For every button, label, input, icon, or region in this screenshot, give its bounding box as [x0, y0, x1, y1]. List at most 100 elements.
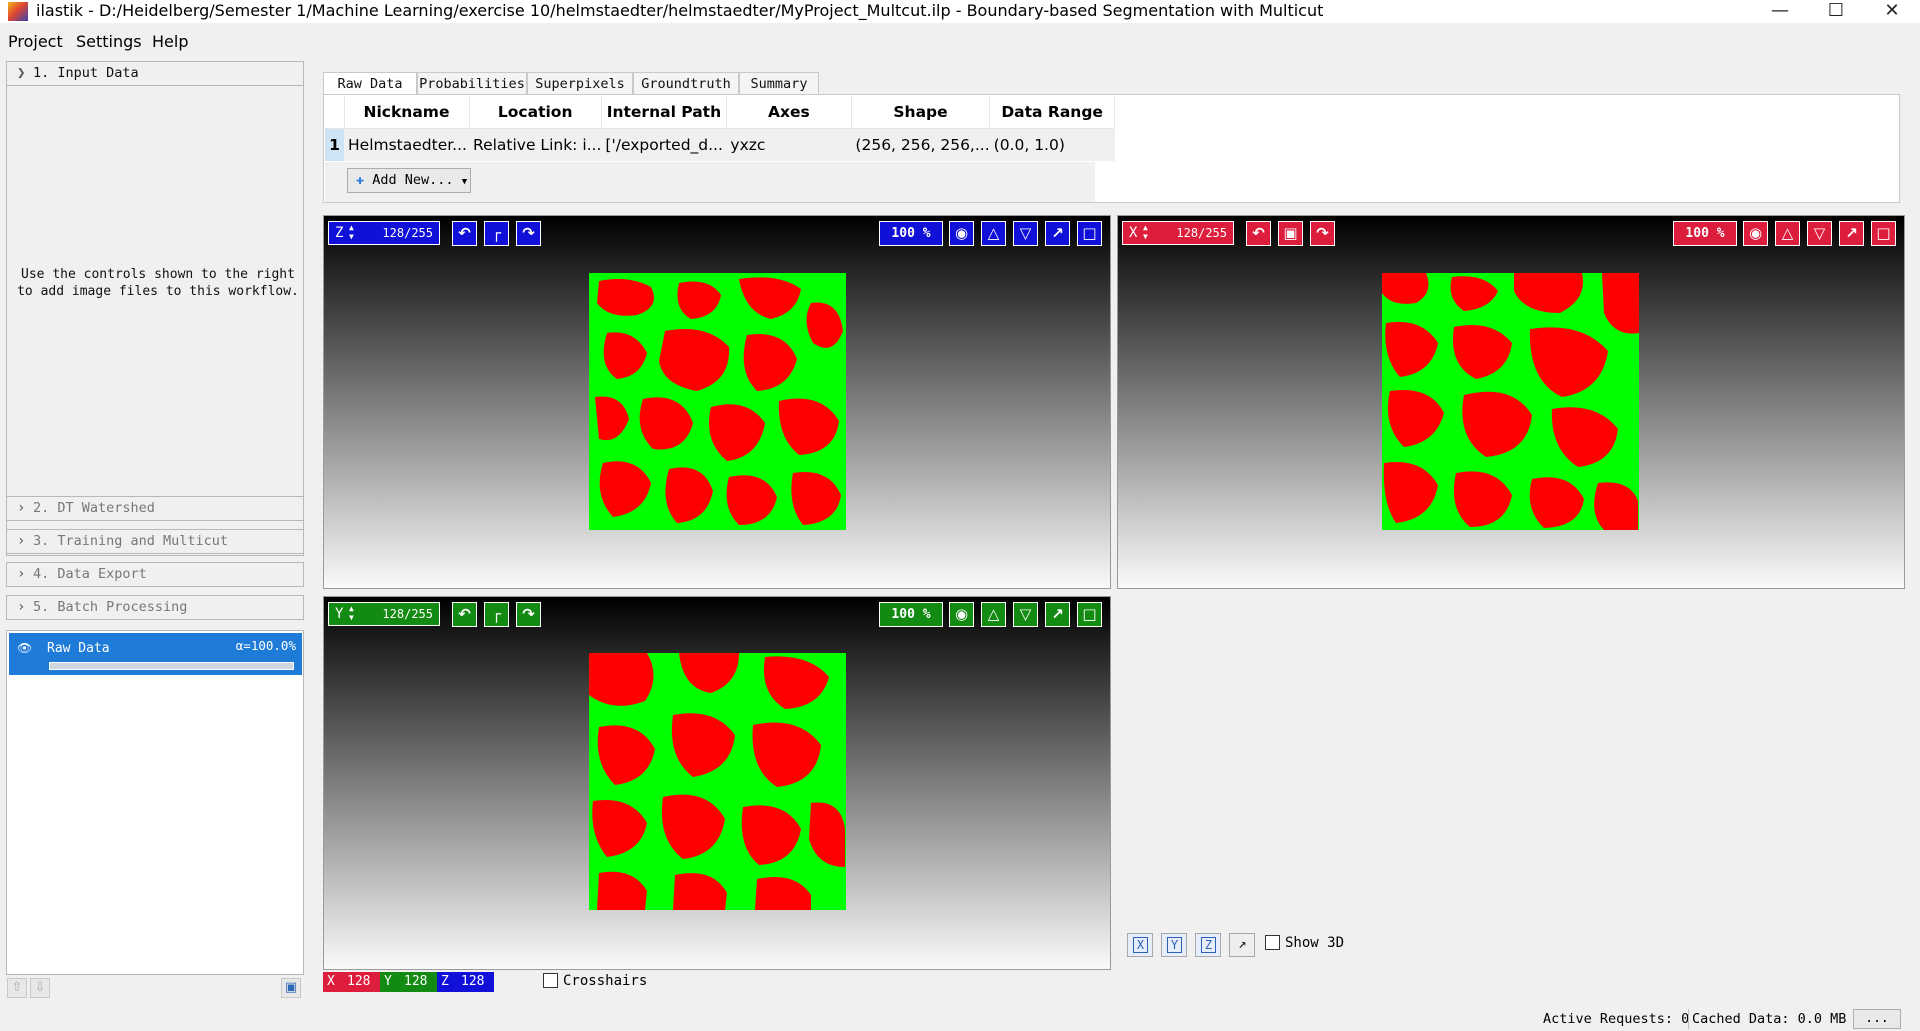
applet-data-export[interactable]: › 4. Data Export [6, 562, 304, 587]
x-coord-value: 128 [343, 972, 380, 992]
spin-arrows-icon[interactable]: ▲ ▼ [349, 604, 354, 622]
square-icon[interactable]: □ [1077, 221, 1102, 246]
rotate-right-icon[interactable]: ↷ [516, 221, 541, 246]
table-cell-data-range[interactable]: (0.0, 1.0) [989, 128, 1115, 161]
x-slice-spinbox[interactable]: X ▲ ▼ 128/255 [1122, 221, 1234, 245]
rotate-right-icon[interactable]: ↷ [516, 602, 541, 627]
table-cell-shape[interactable]: (256, 256, 256,... [851, 128, 990, 161]
tab-groundtruth[interactable]: Groundtruth [633, 72, 739, 94]
column-header[interactable]: Data Range [989, 96, 1116, 129]
add-new-button[interactable]: ✚ Add New... ▼ [347, 168, 471, 193]
row-number[interactable]: 1 [325, 128, 344, 161]
table-row[interactable]: 1 Helmstaedter... Relative Link: i... ['… [325, 128, 1115, 161]
viewer-y-slice[interactable]: Y ▲ ▼ 128/255 ↶ ┌ ↷ 100 % ◉ △ ▽ ↗ □ [323, 596, 1111, 970]
column-header[interactable]: Location [469, 96, 602, 129]
column-header[interactable]: Nickname [344, 96, 470, 129]
applet-instructions: Use the controls shown to the right to a… [17, 267, 299, 299]
eye-icon[interactable]: 👁 [17, 641, 32, 655]
minimize-button[interactable]: — [1752, 0, 1808, 23]
camera-icon[interactable]: ◉ [1743, 221, 1768, 246]
crosshairs-checkbox[interactable] [543, 973, 558, 988]
close-button[interactable]: ✕ [1864, 0, 1920, 23]
square-icon[interactable]: □ [1871, 221, 1896, 246]
column-header[interactable]: Shape [851, 96, 991, 129]
triangle-up-icon[interactable]: △ [1775, 221, 1800, 246]
menu-help[interactable]: Help [152, 32, 188, 51]
segmentation-image[interactable] [589, 653, 846, 910]
viewer-z-slice[interactable]: Z ▲ ▼ 128/255 ↶ ┌ ↷ 100 % ◉ △ ▽ ↗ □ [323, 215, 1111, 589]
spin-arrows-icon[interactable]: ▲ ▼ [349, 223, 354, 241]
add-new-label: Add New... [372, 172, 454, 188]
swap-axes-icon[interactable]: ▣ [1278, 221, 1303, 246]
triangle-up-icon[interactable]: △ [981, 221, 1006, 246]
tab-summary[interactable]: Summary [739, 72, 819, 94]
tab-probabilities[interactable]: Probabilities [417, 72, 527, 94]
column-header[interactable]: Axes [726, 96, 852, 129]
table-cell-internal-path[interactable]: ['/exported_d... [601, 128, 727, 161]
toggle-z-view-button[interactable]: Z [1195, 933, 1221, 957]
column-header[interactable]: Internal Path [601, 96, 727, 129]
rotate-left-icon[interactable]: ↶ [1246, 221, 1271, 246]
z-slice-spinbox[interactable]: Z ▲ ▼ 128/255 [328, 221, 440, 245]
segmentation-image[interactable] [589, 273, 846, 530]
cached-data: Cached Data: 0.0 MB [1692, 1011, 1847, 1027]
camera-icon[interactable]: ◉ [949, 221, 974, 246]
applet-input-data[interactable]: ❯ 1. Input Data [6, 61, 304, 86]
x-coord-label: X [323, 972, 343, 992]
layer-item-raw-data[interactable]: 👁 Raw Data α=100.0% [9, 633, 302, 675]
applet-label: 3. Training and Multicut [33, 533, 229, 549]
move-layer-up-icon[interactable]: ⇧ [7, 978, 27, 998]
viewer-x-slice[interactable]: X ▲ ▼ 128/255 ↶ ▣ ↷ 100 % ◉ △ ▽ ↗ □ [1117, 215, 1905, 589]
maximize-arrow-icon[interactable]: ↗ [1045, 602, 1070, 627]
table-cell-nickname[interactable]: Helmstaedter... [344, 128, 469, 161]
applet-label: 5. Batch Processing [33, 599, 188, 615]
table-cell-axes[interactable]: yxzc [726, 128, 852, 161]
toggle-y-view-button[interactable]: Y [1161, 933, 1187, 957]
swap-axes-icon[interactable]: ┌ [484, 602, 509, 627]
viewer-x-toolbar: X ▲ ▼ 128/255 ↶ ▣ ↷ 100 % ◉ △ ▽ ↗ □ [1118, 216, 1904, 250]
rotate-right-icon[interactable]: ↷ [1310, 221, 1335, 246]
swap-axes-icon[interactable]: ┌ [484, 221, 509, 246]
show-3d-checkbox[interactable] [1265, 935, 1280, 950]
zoom-level[interactable]: 100 % [879, 602, 943, 627]
triangle-down-icon[interactable]: ▽ [1013, 221, 1038, 246]
dropdown-arrow-icon: ▼ [461, 177, 468, 187]
move-layer-down-icon[interactable]: ⇩ [30, 978, 50, 998]
layer-opacity-slider[interactable] [49, 662, 294, 670]
maximize-view-button[interactable]: ↗ [1229, 933, 1255, 957]
tab-raw-data[interactable]: Raw Data [323, 72, 417, 95]
toggle-x-view-button[interactable]: X [1127, 933, 1153, 957]
rotate-left-icon[interactable]: ↶ [452, 602, 477, 627]
triangle-down-icon[interactable]: ▽ [1013, 602, 1038, 627]
rotate-left-icon[interactable]: ↶ [452, 221, 477, 246]
slice-axis-label: X [1129, 225, 1138, 241]
y-slice-spinbox[interactable]: Y ▲ ▼ 128/255 [328, 602, 440, 626]
dataset-table-frame: Nickname Location Internal Path Axes Sha… [323, 94, 1900, 203]
layer-export-icon[interactable]: ▣ [281, 978, 301, 998]
applet-training-multicut[interactable]: › 3. Training and Multicut [6, 529, 304, 554]
applet-dt-watershed[interactable]: › 2. DT Watershed [6, 496, 304, 521]
table-cell-location[interactable]: Relative Link: i... [469, 128, 602, 161]
segmentation-image[interactable] [1382, 273, 1639, 530]
triangle-up-icon[interactable]: △ [981, 602, 1006, 627]
cache-details-button[interactable]: ... [1853, 1009, 1901, 1029]
applet-batch-processing[interactable]: › 5. Batch Processing [6, 595, 304, 620]
zoom-level[interactable]: 100 % [879, 221, 943, 246]
z-coord-value: 128 [457, 972, 494, 992]
spin-arrows-icon[interactable]: ▲ ▼ [1143, 223, 1148, 241]
arrow-up-right-icon: ↗ [1238, 936, 1247, 952]
menu-project[interactable]: Project [8, 32, 63, 51]
zoom-level[interactable]: 100 % [1673, 221, 1737, 246]
tab-superpixels[interactable]: Superpixels [527, 72, 633, 94]
layer-controls: ⇧ ⇩ ▣ [5, 977, 305, 1003]
square-icon[interactable]: □ [1077, 602, 1102, 627]
menu-settings[interactable]: Settings [76, 32, 142, 51]
maximize-arrow-icon[interactable]: ↗ [1839, 221, 1864, 246]
maximize-button[interactable]: ☐ [1808, 0, 1864, 23]
maximize-arrow-icon[interactable]: ↗ [1045, 221, 1070, 246]
slice-value: 128/255 [1176, 226, 1227, 240]
y-coord-value: 128 [400, 972, 437, 992]
plus-icon: ✚ [356, 172, 365, 188]
triangle-down-icon[interactable]: ▽ [1807, 221, 1832, 246]
camera-icon[interactable]: ◉ [949, 602, 974, 627]
